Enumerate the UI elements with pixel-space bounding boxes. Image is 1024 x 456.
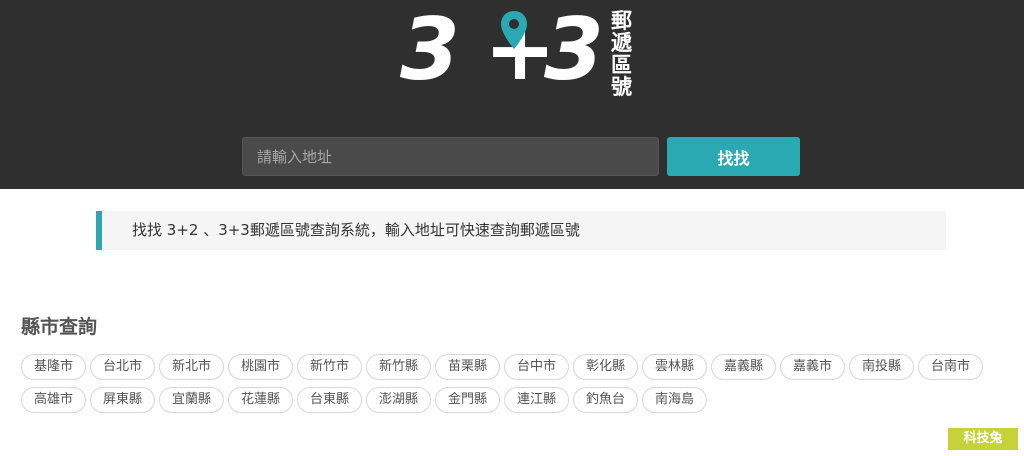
county-chip[interactable]: 新竹縣 [366,354,431,380]
watermark-badge: 科技兔 [948,428,1018,450]
logo-digit-left: 3 [400,0,460,100]
county-chip[interactable]: 嘉義市 [780,354,845,380]
site-logo[interactable]: 3 + 3 郵遞區號 [398,2,648,102]
intro-notice-text: 找找 3+2 、3+3郵遞區號查詢系統，輸入地址可快速查詢郵遞區號 [132,221,580,239]
county-chip[interactable]: 屏東縣 [90,387,155,413]
county-section-title: 縣市查詢 [21,316,98,338]
county-chip[interactable]: 基隆市 [21,354,86,380]
logo-digit-right: 3 [544,0,604,100]
logo-subtitle: 郵遞區號 [611,9,632,99]
county-chip[interactable]: 台南市 [918,354,983,380]
county-chip[interactable]: 澎湖縣 [366,387,431,413]
county-chip[interactable]: 高雄市 [21,387,86,413]
county-chip[interactable]: 新竹市 [297,354,362,380]
intro-notice: 找找 3+2 、3+3郵遞區號查詢系統，輸入地址可快速查詢郵遞區號 [96,211,946,250]
county-chip[interactable]: 雲林縣 [642,354,707,380]
county-chip[interactable]: 台中市 [504,354,569,380]
county-chip[interactable]: 苗栗縣 [435,354,500,380]
county-chip[interactable]: 台東縣 [297,387,362,413]
county-chip[interactable]: 嘉義縣 [711,354,776,380]
county-chip[interactable]: 金門縣 [435,387,500,413]
county-chip[interactable]: 釣魚台 [573,387,638,413]
location-pin-icon [501,11,527,49]
county-chip[interactable]: 南海島 [642,387,707,413]
county-chip[interactable]: 南投縣 [849,354,914,380]
address-search-input[interactable] [242,137,659,176]
county-chip[interactable]: 新北市 [159,354,224,380]
county-chip[interactable]: 台北市 [90,354,155,380]
county-chip[interactable]: 桃園市 [228,354,293,380]
county-chip[interactable]: 宜蘭縣 [159,387,224,413]
site-header: 3 + 3 郵遞區號 找找 [0,0,1024,189]
county-chip[interactable]: 彰化縣 [573,354,638,380]
county-chip[interactable]: 連江縣 [504,387,569,413]
county-chip[interactable]: 花蓮縣 [228,387,293,413]
search-button[interactable]: 找找 [667,137,800,176]
